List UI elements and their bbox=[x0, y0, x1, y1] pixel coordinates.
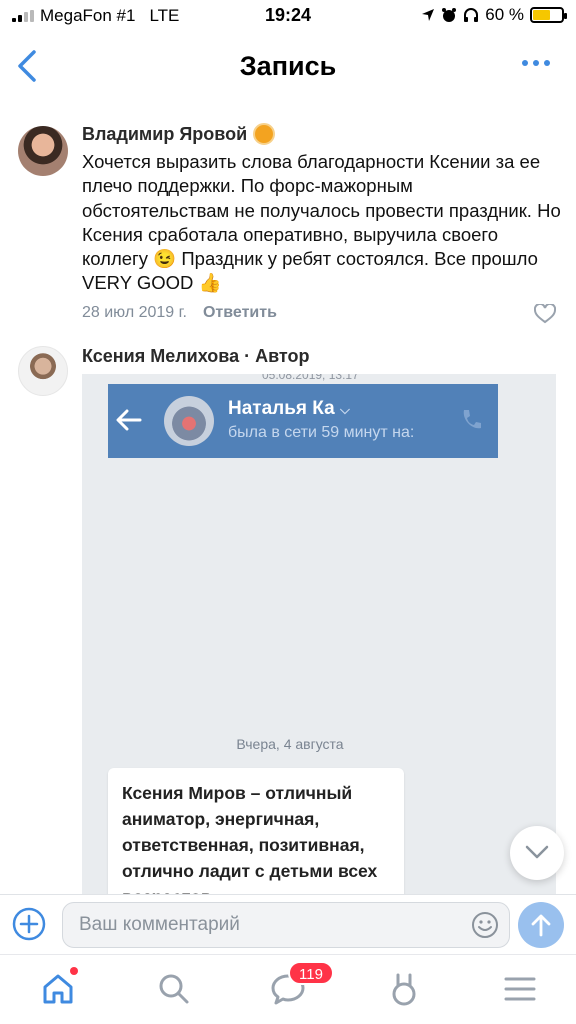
notification-dot bbox=[70, 967, 78, 975]
tab-bar: 119 bbox=[0, 954, 576, 1024]
donut-badge-icon bbox=[253, 123, 276, 145]
search-icon bbox=[159, 974, 189, 1004]
status-right: 60 % bbox=[421, 5, 567, 25]
status-bar: MegaFon #1 LTE 19:24 60 % bbox=[0, 0, 576, 32]
avatar[interactable] bbox=[18, 126, 68, 176]
add-attachment-icon[interactable] bbox=[12, 907, 46, 941]
comment-field[interactable] bbox=[62, 902, 510, 948]
tab-messages[interactable]: 119 bbox=[270, 961, 334, 1007]
scroll-down-button[interactable] bbox=[510, 826, 564, 880]
avatar[interactable] bbox=[18, 346, 68, 396]
headphones-icon bbox=[464, 8, 479, 22]
bunny-icon bbox=[392, 973, 416, 1006]
nav-header: Запись bbox=[0, 34, 576, 98]
alarm-icon bbox=[442, 8, 457, 22]
reply-author[interactable]: Ксения Мелихова · Автор bbox=[82, 346, 310, 367]
heart-icon[interactable] bbox=[534, 304, 556, 324]
menu-icon bbox=[504, 977, 536, 1001]
tab-menu[interactable] bbox=[502, 971, 538, 1007]
home-icon bbox=[43, 974, 73, 1004]
attached-screenshot[interactable]: 05.08.2019, 13:17 Наталья Ка ⌵ была в се… bbox=[82, 374, 556, 894]
battery-label: 60 % bbox=[485, 5, 524, 24]
comment-text: Хочется выразить слова благодарности Ксе… bbox=[82, 151, 561, 294]
comment-date: 28 июл 2019 г. bbox=[82, 304, 187, 321]
tab-search[interactable] bbox=[156, 971, 192, 1007]
day-separator: Вчера, 4 августа bbox=[236, 736, 344, 752]
phone-icon bbox=[463, 410, 481, 429]
comment-author-name[interactable]: Владимир Яровой bbox=[82, 124, 247, 145]
battery-icon bbox=[530, 7, 567, 23]
comment-input[interactable] bbox=[79, 903, 459, 947]
messages-badge: 119 bbox=[288, 961, 334, 985]
chat-header: Наталья Ка ⌵ была в сети 59 минут на: bbox=[108, 384, 498, 458]
chevron-down-icon bbox=[525, 845, 549, 859]
tab-services[interactable] bbox=[386, 971, 422, 1007]
reply-button[interactable]: Ответить bbox=[203, 304, 277, 322]
comment-meta: 28 июл 2019 г. Ответить bbox=[82, 304, 277, 322]
emoji-icon[interactable] bbox=[471, 911, 499, 939]
tab-home[interactable] bbox=[40, 967, 78, 1007]
location-icon bbox=[422, 9, 435, 21]
chevron-down-icon: ⌵ bbox=[339, 402, 350, 417]
message-bubble: Ксения Миров – отличный аниматор, энерги… bbox=[108, 768, 404, 894]
contact-name: Наталья Ка ⌵ bbox=[228, 398, 350, 419]
more-horizontal-icon[interactable] bbox=[522, 60, 550, 66]
comment-author[interactable]: Владимир Яровой bbox=[82, 123, 276, 145]
send-button[interactable] bbox=[518, 902, 564, 948]
comment-input-bar bbox=[0, 894, 576, 954]
page-title: Запись bbox=[239, 51, 337, 81]
screenshot-top-date: 05.08.2019, 13:17 bbox=[262, 374, 359, 382]
contact-avatar bbox=[164, 396, 214, 446]
contact-status: была в сети 59 минут на: bbox=[228, 424, 415, 441]
arrow-left-icon bbox=[116, 409, 142, 431]
arrow-up-icon bbox=[531, 914, 551, 937]
